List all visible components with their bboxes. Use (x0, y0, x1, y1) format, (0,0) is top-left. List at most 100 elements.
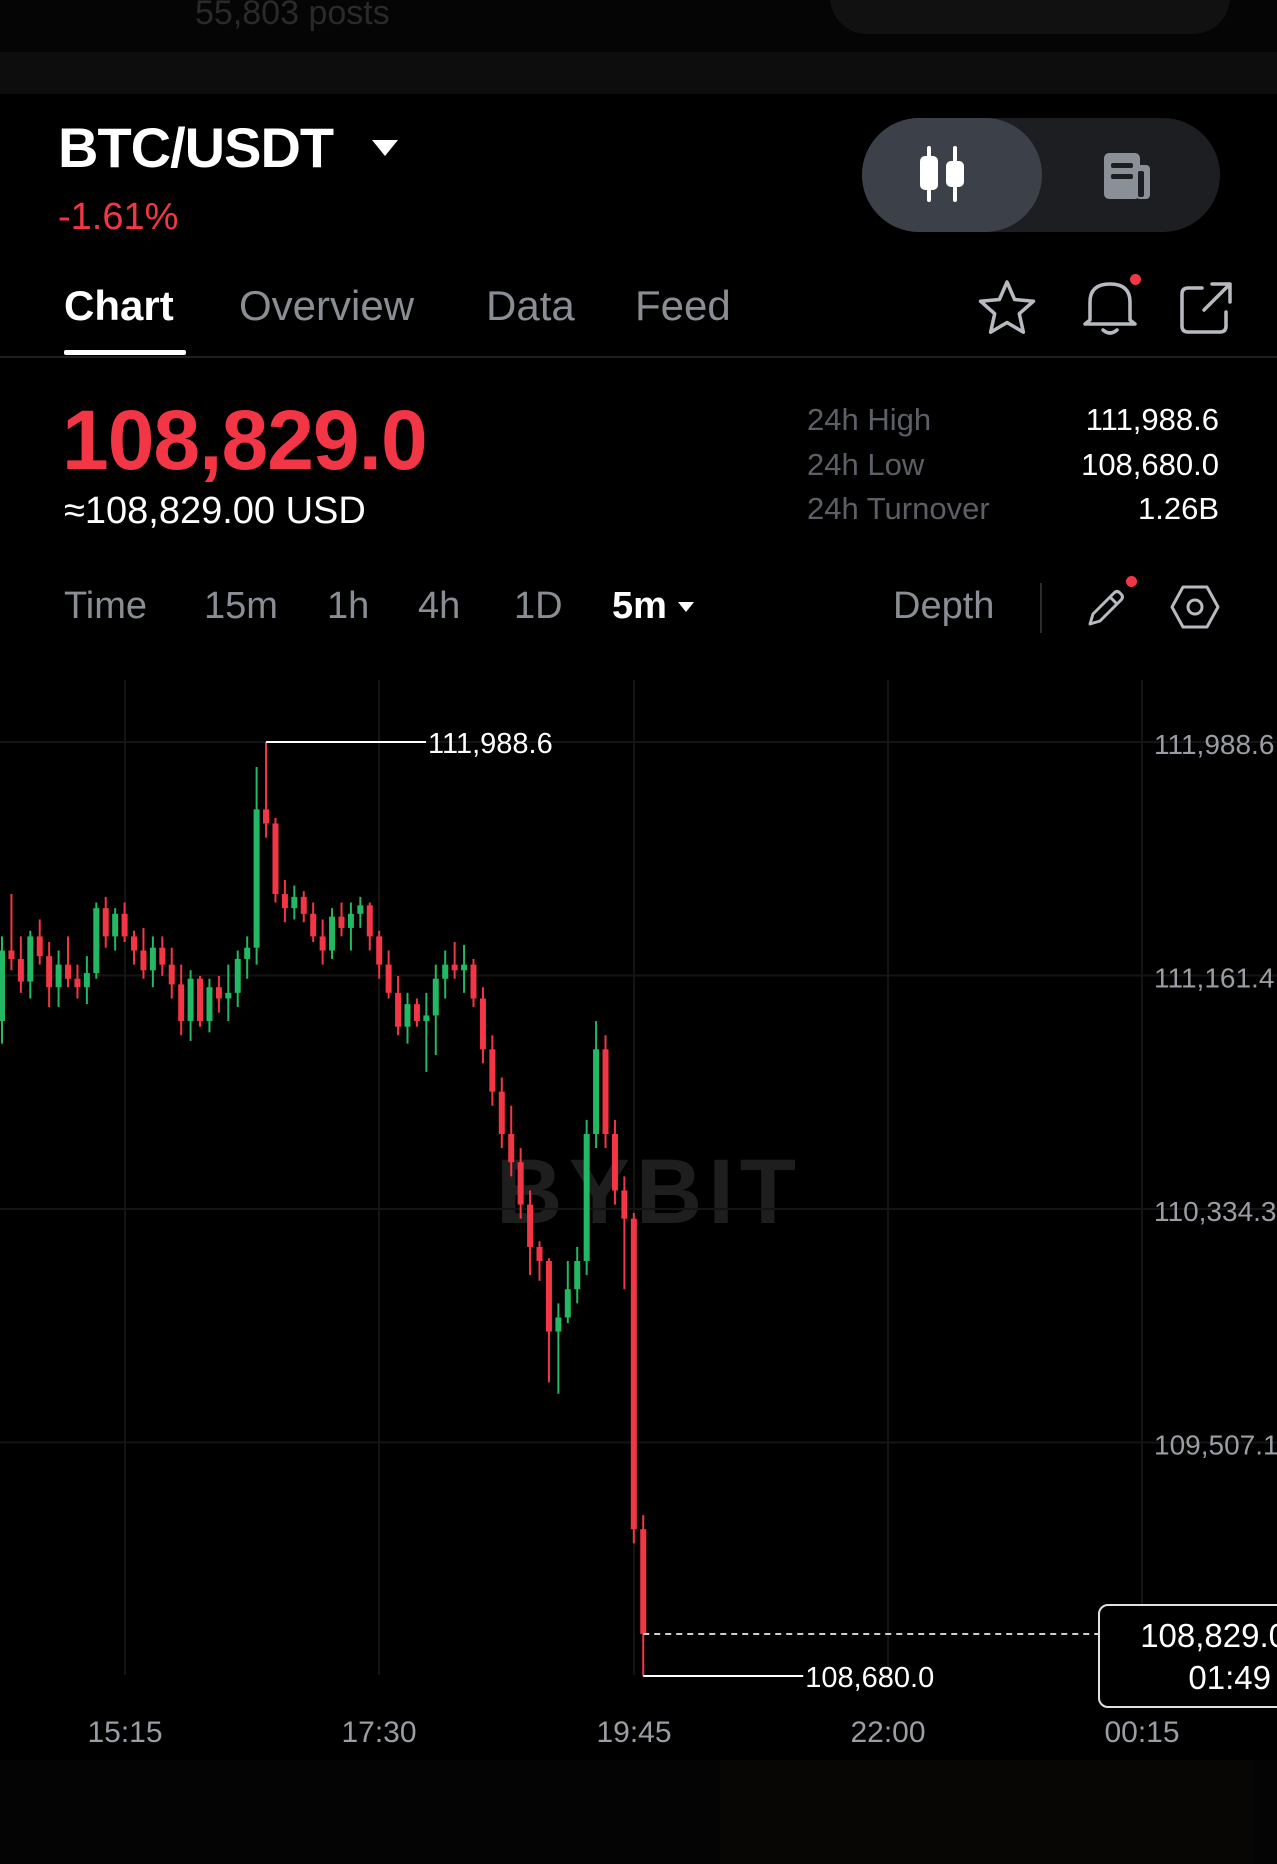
candle-body (8, 950, 15, 959)
candle-body (27, 936, 34, 982)
candle-body (564, 1289, 571, 1318)
candle-body (159, 947, 166, 965)
y-tick-label: 111,161.4 (1154, 963, 1274, 994)
bottom-overlay (720, 1760, 1254, 1864)
share-icon[interactable] (1178, 280, 1234, 341)
tab-overview[interactable]: Overview (239, 282, 414, 330)
candle-body (423, 1015, 430, 1022)
tf-time[interactable]: Time (64, 585, 147, 628)
price-change: -1.61% (58, 196, 179, 238)
notification-dot (1126, 576, 1137, 587)
candle-body (291, 896, 298, 909)
notification-dot (1130, 274, 1141, 285)
candle-body (83, 973, 90, 988)
tf-1h[interactable]: 1h (327, 585, 369, 628)
candle-body (168, 964, 175, 985)
candle-body (329, 916, 336, 951)
candlestick-chart[interactable]: 111,988.6 111,161.4 110,334.3 109,507.1 15:1… (0, 670, 1277, 1760)
stat-low-label: 24h Low (807, 447, 925, 482)
candle-body (338, 916, 345, 928)
candle-body (310, 913, 317, 937)
low-marker-label: 108,680.0 (805, 1662, 934, 1694)
last-price: 108,829.0 (62, 393, 428, 487)
stat-high-label: 24h High (807, 402, 932, 437)
candle-body (555, 1317, 562, 1332)
candle-body (0, 950, 5, 1022)
toolbar-divider (1040, 583, 1042, 633)
candle-body (593, 1049, 600, 1134)
candle-body (630, 1218, 637, 1530)
candle-body (611, 1133, 618, 1191)
candle-body (404, 1004, 411, 1027)
candle-body (206, 987, 213, 1022)
candle-body (272, 823, 279, 895)
tab-chart[interactable]: Chart (64, 282, 174, 330)
candle-body (489, 1049, 496, 1092)
tf-15m[interactable]: 15m (204, 585, 278, 628)
chevron-down-icon[interactable] (678, 602, 694, 612)
top-pill-button[interactable] (830, 0, 1230, 34)
chevron-down-icon[interactable] (372, 140, 398, 156)
candle-body (234, 958, 241, 993)
tabs-divider (0, 356, 1277, 358)
candle-body (112, 913, 119, 937)
candle-body (640, 1529, 647, 1634)
x-tick-label: 22:00 (850, 1716, 925, 1749)
usd-equivalent: ≈108,829.00 USD (64, 490, 366, 532)
tf-4h[interactable]: 4h (418, 585, 460, 628)
candle-countdown: 01:49 (1188, 1659, 1271, 1696)
candle-body (102, 908, 109, 937)
candle-body (366, 905, 373, 937)
y-tick-label: 109,507.1 (1154, 1430, 1277, 1461)
candle-body (244, 947, 251, 959)
tf-1d[interactable]: 1D (514, 585, 563, 628)
candlestick-icon[interactable] (918, 143, 968, 210)
star-icon[interactable] (976, 278, 1038, 341)
candle-body (17, 958, 24, 982)
stat-turnover-label: 24h Turnover (807, 491, 990, 526)
candle-body (197, 978, 204, 1022)
candle-body (395, 992, 402, 1027)
x-tick-label: 19:45 (596, 1716, 671, 1749)
candle-body (215, 987, 222, 999)
news-icon[interactable] (1100, 149, 1154, 208)
candle-body (517, 1162, 524, 1205)
posts-count: 55,803 posts (195, 0, 390, 32)
candle-body (253, 809, 260, 948)
x-tick-label: 15:15 (87, 1716, 162, 1749)
tab-active-underline (64, 350, 186, 355)
candle-body (319, 936, 326, 951)
tab-feed[interactable]: Feed (635, 282, 731, 330)
y-tick-label: 111,988.6 (1154, 729, 1274, 760)
candle-body (451, 964, 458, 971)
candle-body (46, 956, 53, 988)
pencil-icon[interactable] (1084, 586, 1128, 635)
candle-body (131, 936, 138, 951)
tf-5m[interactable]: 5m (612, 585, 667, 628)
candle-body (442, 964, 449, 979)
candle-body (461, 964, 468, 971)
candle-body (300, 896, 307, 914)
candle-body (621, 1190, 628, 1219)
candle-body (432, 978, 439, 1016)
x-tick-label: 00:15 (1104, 1716, 1179, 1749)
tab-data[interactable]: Data (486, 282, 575, 330)
candle-body (347, 913, 354, 928)
stat-low-value: 108,680.0 (1081, 447, 1219, 482)
candle-body (527, 1204, 534, 1247)
candle-body (36, 936, 43, 957)
candle-body (263, 809, 270, 824)
candle-body (583, 1133, 590, 1262)
candle-body (65, 964, 72, 979)
candle-body (479, 998, 486, 1050)
pair-title[interactable]: BTC/USDT (58, 115, 334, 180)
candle-body (385, 964, 392, 993)
settings-hex-icon[interactable] (1170, 584, 1220, 635)
candle-body (55, 964, 62, 988)
candle-body (498, 1091, 505, 1134)
candle-body (225, 992, 232, 999)
candle-body (93, 908, 100, 974)
stat-high-value: 111,988.6 (1085, 402, 1219, 437)
depth-button[interactable]: Depth (893, 585, 994, 628)
candle-body (121, 913, 128, 937)
